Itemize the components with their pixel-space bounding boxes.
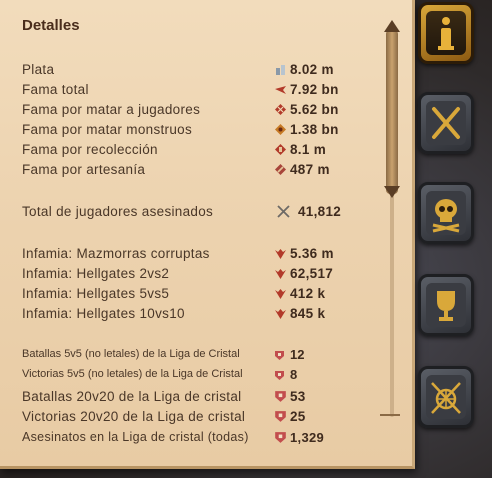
pvp-tab[interactable] xyxy=(418,92,474,154)
stat-label: Fama total xyxy=(22,82,89,97)
stat-row-cl-5v5-battles: Batallas 5v5 (no letales) de la Liga de … xyxy=(22,346,382,366)
skull-icon xyxy=(432,199,460,233)
infamy-icon xyxy=(275,309,286,319)
scroll-up-arrow-icon[interactable] xyxy=(384,20,400,32)
crystal-league-icon xyxy=(275,351,284,360)
stat-row-fame-crafting: Fama por artesanía 487 m xyxy=(22,160,382,180)
stat-label: Infamia: Hellgates 5vs5 xyxy=(22,286,170,301)
fame-gathering-icon xyxy=(275,144,286,155)
stat-label: Infamia: Mazmorras corruptas xyxy=(22,246,210,261)
fame-pvp-icon xyxy=(275,104,286,115)
stat-label: Batallas 20v20 de la Liga de cristal xyxy=(22,389,242,404)
stat-value: 412 k xyxy=(290,286,326,301)
stat-label: Victorias 5v5 (no letales) de la Liga de… xyxy=(22,368,243,380)
infamy-icon xyxy=(275,249,286,259)
stat-value: 53 xyxy=(290,389,306,404)
stat-value: 25 xyxy=(290,409,306,424)
stat-value: 8 xyxy=(290,367,298,382)
stat-value: 5.36 m xyxy=(290,246,334,261)
stat-row-cl-20v20-wins: Victorias 20v20 de la Liga de cristal 25 xyxy=(22,407,382,427)
fame-crafting-icon xyxy=(275,164,286,175)
infamy-icon xyxy=(275,289,286,299)
stat-label: Infamia: Hellgates 2vs2 xyxy=(22,266,170,281)
stat-row-fame-pve: Fama por matar monstruos 1.38 bn xyxy=(22,120,382,140)
stat-value: 12 xyxy=(290,347,305,362)
scroll-down-arrow-icon[interactable] xyxy=(384,186,400,198)
trophy-icon xyxy=(437,291,455,321)
stat-value: 1,329 xyxy=(290,430,325,445)
stat-value: 8.1 m xyxy=(290,142,327,157)
stat-row-fame-total: Fama total 7.92 bn xyxy=(22,80,382,100)
stat-row-silver: Plata 8.02 m xyxy=(22,60,382,80)
crossed-swords-icon xyxy=(432,107,460,139)
stat-row-cl-20v20-battles: Batallas 20v20 de la Liga de cristal 53 xyxy=(22,387,382,407)
crystal-league-icon xyxy=(275,371,284,380)
stat-row-infamy-hg5: Infamia: Hellgates 5vs5 412 k xyxy=(22,284,382,304)
stat-value: 5.62 bn xyxy=(290,102,339,117)
crystal-league-icon xyxy=(275,391,286,402)
crossed-swords-icon xyxy=(277,205,290,218)
stat-value: 8.02 m xyxy=(290,62,334,77)
stat-label: Fama por matar monstruos xyxy=(22,122,193,137)
globe-swords-icon xyxy=(431,382,461,414)
stat-label: Victorias 20v20 de la Liga de cristal xyxy=(22,409,246,424)
stat-value: 7.92 bn xyxy=(290,82,339,97)
deaths-tab[interactable] xyxy=(418,182,474,244)
stat-row-players-killed: Total de jugadores asesinados 41,812 xyxy=(22,202,382,222)
infamy-icon xyxy=(275,269,286,279)
stat-row-fame-pvp: Fama por matar a jugadores 5.62 bn xyxy=(22,100,382,120)
stat-row-infamy-hg2: Infamia: Hellgates 2vs2 62,517 xyxy=(22,264,382,284)
stat-row-fame-gathering: Fama por recolección 8.1 m xyxy=(22,140,382,160)
info-tab[interactable] xyxy=(418,2,474,64)
stat-label: Infamia: Hellgates 10vs10 xyxy=(22,306,185,321)
crystal-league-icon xyxy=(275,432,286,443)
stat-label: Batallas 5v5 (no letales) de la Liga de … xyxy=(22,348,240,360)
stat-label: Asesinatos en la Liga de cristal (todas) xyxy=(22,430,249,444)
scrollbar-end xyxy=(380,414,400,416)
stat-label: Fama por matar a jugadores xyxy=(22,102,201,117)
stat-label: Total de jugadores asesinados xyxy=(22,204,214,219)
stat-value: 41,812 xyxy=(298,204,342,219)
stat-label: Plata xyxy=(22,62,55,77)
panel-title: Detalles xyxy=(22,17,80,34)
info-icon xyxy=(438,17,454,50)
silver-icon xyxy=(276,65,285,75)
stat-label: Fama por recolección xyxy=(22,142,158,157)
scrollbar-thumb[interactable] xyxy=(386,30,398,194)
fame-pve-icon xyxy=(275,124,286,135)
achievements-tab[interactable] xyxy=(418,274,474,336)
crystal-league-icon xyxy=(275,411,286,422)
stat-row-cl-5v5-wins: Victorias 5v5 (no letales) de la Liga de… xyxy=(22,366,382,386)
fame-icon xyxy=(275,86,286,94)
stat-row-infamy-hg10: Infamia: Hellgates 10vs10 845 k xyxy=(22,304,382,324)
details-panel: Detalles Plata 8.02 m Fama total 7.92 bn… xyxy=(0,0,415,469)
guild-warfare-tab[interactable] xyxy=(418,366,474,428)
stat-row-infamy-corrupted: Infamia: Mazmorras corruptas 5.36 m xyxy=(22,244,382,264)
stat-row-cl-kills: Asesinatos en la Liga de cristal (todas)… xyxy=(22,428,382,448)
stat-value: 1.38 bn xyxy=(290,122,339,137)
stat-label: Fama por artesanía xyxy=(22,162,146,177)
stat-value: 487 m xyxy=(290,162,330,177)
stat-value: 845 k xyxy=(290,306,326,321)
stat-value: 62,517 xyxy=(290,266,334,281)
